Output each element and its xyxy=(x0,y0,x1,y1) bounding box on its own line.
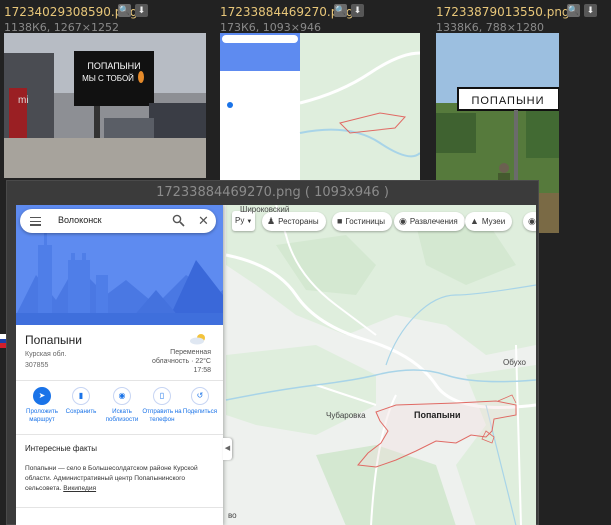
collapse-panel-button[interactable]: ◀ xyxy=(223,438,232,460)
billboard-text: ПОПАПЫНИ xyxy=(87,61,140,71)
place-postal-code: 307855 xyxy=(25,362,49,369)
place-region: Курская обл. xyxy=(25,351,67,358)
directions-button[interactable]: ➤ Проложить маршрут xyxy=(22,387,62,423)
street-photo: ПОПАПЫНИ МЫ С ТОБОЙ mi xyxy=(4,33,206,178)
divider xyxy=(16,507,223,508)
chevron-down-icon: ▼ xyxy=(246,219,253,225)
thumbnail-image[interactable]: ПОПАПЫНИ МЫ С ТОБОЙ mi xyxy=(4,33,206,178)
map-label-village-a: Чубаровка xyxy=(326,411,366,420)
map-label-right: Обухо xyxy=(503,358,526,367)
divider xyxy=(16,380,223,381)
search-bar[interactable]: Волоконск ✕ xyxy=(20,209,216,233)
language-label: Ру xyxy=(235,216,245,225)
fork-knife-icon: ♟ xyxy=(267,216,276,226)
svg-text:mi: mi xyxy=(18,95,29,106)
search-icon[interactable] xyxy=(172,214,185,227)
close-icon[interactable]: ✕ xyxy=(198,214,209,227)
facts-title: Интересные факты xyxy=(25,444,97,453)
action-label: Проложить маршрут xyxy=(26,408,58,423)
map-thumbnail xyxy=(220,33,420,180)
search-input[interactable]: Волоконск xyxy=(58,215,102,225)
partly-cloudy-icon xyxy=(190,334,205,345)
download-icon[interactable]: ⬇ xyxy=(584,4,597,17)
bed-icon: ■ xyxy=(337,216,343,226)
divider xyxy=(16,434,223,435)
viewer-canvas[interactable]: Ру ▼ ♟ Рестораны ■ Гостиницы ◉ Развлечения ▲… xyxy=(16,205,536,525)
zoom-icon[interactable]: 🔍 xyxy=(118,4,131,17)
share-button[interactable]: ↺ Поделиться xyxy=(180,387,220,416)
action-label: Отправить на телефон xyxy=(142,408,182,423)
wikipedia-link[interactable]: Википедия xyxy=(63,485,96,492)
chip-entertainment[interactable]: ◉ Развлечения xyxy=(394,212,465,231)
sign-text: ПОПАПЫНИ xyxy=(471,95,544,107)
chip-restaurants[interactable]: ♟ Рестораны xyxy=(262,212,326,231)
action-label: Сохранить xyxy=(65,408,97,415)
svg-text:МЫ С ТОБОЙ: МЫ С ТОБОЙ xyxy=(82,74,134,83)
chip-museums[interactable]: ▲ Музеи xyxy=(465,212,513,231)
camera-icon: ◉ xyxy=(399,216,407,226)
directions-icon: ➤ xyxy=(33,387,51,405)
nearby-icon: ◉ xyxy=(113,387,131,405)
weather-time: 17:58 xyxy=(193,367,211,374)
language-selector[interactable]: Ру ▼ xyxy=(232,211,255,231)
facts-body: Попапыни — село в Большесолдатском район… xyxy=(25,464,215,494)
facts-text: Попапыни — село в Большесолдатском район… xyxy=(25,465,198,492)
send-to-phone-button[interactable]: ▯ Отправить на телефон xyxy=(142,387,182,423)
chip-label: Музеи xyxy=(481,217,506,226)
download-icon[interactable]: ⬇ xyxy=(351,4,364,17)
map-label-top-left: Широковский xyxy=(240,205,290,214)
download-icon[interactable]: ⬇ xyxy=(135,4,148,17)
share-icon: ↺ xyxy=(191,387,209,405)
action-label: Поделиться xyxy=(182,408,218,415)
chip-hotels[interactable]: ■ Гостиницы xyxy=(332,212,393,231)
place-title: Попапыни xyxy=(25,333,82,347)
image-viewer[interactable]: 17233884469270.png ( 1093x946 ) Ру ▼ ♟ Р… xyxy=(6,180,539,525)
chip-more[interactable]: ◉ xyxy=(523,212,536,231)
bookmark-icon: ▮ xyxy=(72,387,90,405)
more-icon: ◉ xyxy=(528,216,536,226)
chevron-left-icon: ◀ xyxy=(224,445,231,452)
weather-info: Переменная облачность · 22°C 17:58 xyxy=(136,348,211,375)
map-label-bottom: во xyxy=(228,511,237,520)
chip-label: Рестораны xyxy=(278,217,319,226)
viewer-title: 17233884469270.png ( 1093x946 ) xyxy=(156,185,389,200)
chip-label: Развлечения xyxy=(409,217,458,226)
menu-icon[interactable] xyxy=(30,217,41,228)
save-button[interactable]: ▮ Сохранить xyxy=(61,387,101,416)
weather-text: Переменная облачность · 22°C xyxy=(151,349,211,365)
action-buttons: ➤ Проложить маршрут ▮ Сохранить ◉ Искать… xyxy=(16,387,223,433)
action-label: Искать поблизости xyxy=(105,408,139,423)
chip-label: Гостиницы xyxy=(345,217,386,226)
thumbnail-filename[interactable]: 17233879013550.png xyxy=(436,5,570,19)
zoom-icon[interactable]: 🔍 xyxy=(567,4,580,17)
map-label-village-b: Попапыни xyxy=(414,410,461,420)
phone-icon: ▯ xyxy=(153,387,171,405)
museum-icon: ▲ xyxy=(470,216,479,226)
nearby-button[interactable]: ◉ Искать поблизости xyxy=(102,387,142,423)
zoom-icon[interactable]: 🔍 xyxy=(334,4,347,17)
hero-image: Волоконск ✕ xyxy=(16,205,223,325)
thumbnail-image[interactable] xyxy=(220,33,420,180)
place-panel: Волоконск ✕ Попапыни Курская обл. 307855… xyxy=(16,205,223,525)
